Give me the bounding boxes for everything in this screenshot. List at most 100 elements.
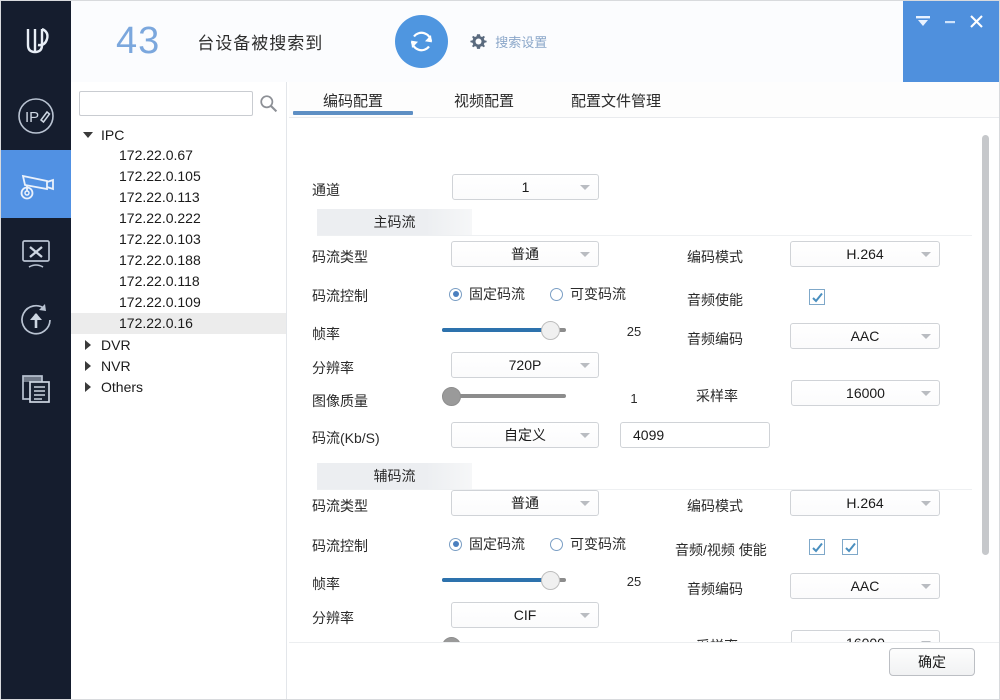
- chevron-right-icon: [85, 381, 91, 392]
- main-bitrate-control-label: 码流控制: [312, 288, 368, 304]
- close-button[interactable]: [964, 9, 988, 33]
- main-radio-variable-label: 可变码流: [570, 286, 626, 302]
- search-input[interactable]: [79, 91, 253, 116]
- main-quality-label: 图像质量: [312, 393, 368, 409]
- section-divider: [317, 235, 972, 236]
- main-framerate-slider[interactable]: [442, 321, 566, 340]
- tree-group-label: Others: [101, 378, 144, 395]
- sidebar-item-maintenance[interactable]: [0, 218, 71, 286]
- main-bitrate-mode-select[interactable]: 自定义: [451, 422, 599, 448]
- tree-device-item-selected[interactable]: 172.22.0.16: [71, 313, 286, 334]
- sub-framerate-slider[interactable]: [442, 571, 566, 590]
- radio-unselected-icon: [550, 537, 563, 551]
- main-audio-enable-checkbox[interactable]: [809, 289, 825, 305]
- channel-select[interactable]: 1: [452, 174, 599, 200]
- radio-unselected-icon: [550, 287, 563, 301]
- main-stream-type-label: 码流类型: [312, 249, 368, 265]
- sidebar-item-device-config[interactable]: [0, 150, 71, 218]
- tree-group-ipc[interactable]: IPC: [71, 124, 286, 145]
- sub-encode-mode-value: H.264: [846, 495, 884, 511]
- sub-video-enable-checkbox[interactable]: [842, 539, 858, 555]
- main-encode-mode-value: H.264: [846, 246, 884, 262]
- main-stream-section-header: 主码流: [317, 209, 472, 235]
- tree-device-item[interactable]: 172.22.0.67: [71, 145, 286, 166]
- documents-icon: [21, 375, 50, 403]
- chevron-right-icon: [85, 339, 91, 350]
- sub-stream-type-select[interactable]: 普通: [451, 490, 599, 516]
- chevron-down-icon: [921, 252, 931, 257]
- chevron-down-icon: [580, 501, 590, 506]
- tree-device-item[interactable]: 172.22.0.113: [71, 187, 286, 208]
- sub-stream-type-label: 码流类型: [312, 498, 368, 514]
- main-encode-mode-select[interactable]: H.264: [790, 241, 940, 267]
- brand-logo: [0, 0, 71, 82]
- main-sample-rate-select[interactable]: 16000: [791, 380, 940, 406]
- tree-group-nvr[interactable]: NVR: [71, 355, 286, 376]
- tab-encoding-config[interactable]: 编码配置: [291, 82, 415, 115]
- main-bitrate-input[interactable]: 4099: [620, 422, 770, 448]
- search-settings-button[interactable]: 搜索设置: [470, 32, 547, 51]
- slider-knob[interactable]: [442, 387, 461, 406]
- ip-edit-icon: IP: [17, 98, 54, 134]
- tree-device-item[interactable]: 172.22.0.118: [71, 271, 286, 292]
- sub-resolution-value: CIF: [513, 607, 537, 623]
- slider-knob[interactable]: [541, 571, 560, 590]
- refresh-icon: [411, 31, 433, 51]
- main-encode-mode-label: 编码模式: [687, 249, 743, 265]
- application-window: IP 43 台设备被搜索到 搜索设置 IPC 172.22.0.67 172.2…: [0, 0, 1000, 700]
- sub-encode-mode-label: 编码模式: [687, 498, 743, 514]
- sidebar-item-ip-edit[interactable]: IP: [0, 82, 71, 150]
- sub-radio-fixed-bitrate[interactable]: 固定码流: [449, 534, 525, 554]
- main-sample-rate-value: 16000: [846, 385, 885, 401]
- chevron-down-icon: [921, 501, 931, 506]
- main-audio-encode-select[interactable]: AAC: [790, 323, 940, 349]
- tree-device-item[interactable]: 172.22.0.105: [71, 166, 286, 187]
- tree-device-item[interactable]: 172.22.0.103: [71, 229, 286, 250]
- check-icon: [844, 542, 856, 552]
- sub-bitrate-control-label: 码流控制: [312, 538, 368, 554]
- sidebar-item-logs[interactable]: [0, 354, 71, 422]
- tree-group-label: IPC: [101, 126, 125, 143]
- device-count-label: 台设备被搜索到: [197, 33, 324, 53]
- main-resolution-label: 分辨率: [312, 360, 354, 376]
- device-tree-panel: IPC 172.22.0.67 172.22.0.105 172.22.0.11…: [71, 82, 287, 700]
- search-icon[interactable]: [259, 94, 278, 113]
- sub-radio-variable-bitrate[interactable]: 可变码流: [550, 534, 626, 554]
- sub-resolution-select[interactable]: CIF: [451, 602, 599, 628]
- scrollbar-thumb[interactable]: [982, 135, 989, 555]
- slider-knob[interactable]: [541, 321, 560, 340]
- sub-audio-encode-select[interactable]: AAC: [790, 573, 940, 599]
- slider-fill: [442, 578, 548, 582]
- sub-resolution-label: 分辨率: [312, 610, 354, 626]
- sub-av-enable-label: 音频/视频 使能: [675, 542, 767, 558]
- sub-encode-mode-select[interactable]: H.264: [790, 490, 940, 516]
- monitor-tools-icon: [21, 240, 50, 268]
- upload-arrow-icon: [20, 304, 51, 335]
- tree-group-label: NVR: [101, 357, 131, 374]
- brand-logo-icon: [26, 27, 49, 54]
- sub-framerate-value: 25: [626, 574, 642, 589]
- chevron-down-icon: [580, 252, 590, 257]
- tree-group-others[interactable]: Others: [71, 376, 286, 397]
- minimize-button[interactable]: [938, 9, 962, 33]
- main-radio-fixed-bitrate[interactable]: 固定码流: [449, 284, 525, 304]
- tree-device-item[interactable]: 172.22.0.109: [71, 292, 286, 313]
- main-quality-slider[interactable]: [442, 387, 566, 406]
- tab-config-file-management[interactable]: 配置文件管理: [551, 82, 681, 111]
- sidebar-item-upgrade[interactable]: [0, 286, 71, 354]
- content-panel: 编码配置 视频配置 配置文件管理 通道 1 主码流 码流类型 普通 编码模式 H…: [289, 82, 1000, 700]
- refresh-button[interactable]: [395, 14, 449, 68]
- main-resolution-select[interactable]: 720P: [451, 352, 599, 378]
- tree-device-item[interactable]: 172.22.0.188: [71, 250, 286, 271]
- chevron-down-icon: [83, 131, 93, 138]
- confirm-button[interactable]: 确定: [889, 648, 975, 676]
- main-audio-encode-value: AAC: [850, 328, 880, 344]
- channel-select-value: 1: [521, 179, 530, 195]
- main-stream-type-select[interactable]: 普通: [451, 241, 599, 267]
- window-menu-button[interactable]: [911, 9, 935, 33]
- main-radio-variable-bitrate[interactable]: 可变码流: [550, 284, 626, 304]
- tree-device-item[interactable]: 172.22.0.222: [71, 208, 286, 229]
- sub-audio-enable-checkbox[interactable]: [809, 539, 825, 555]
- tree-group-dvr[interactable]: DVR: [71, 334, 286, 355]
- tab-video-config[interactable]: 视频配置: [425, 82, 543, 111]
